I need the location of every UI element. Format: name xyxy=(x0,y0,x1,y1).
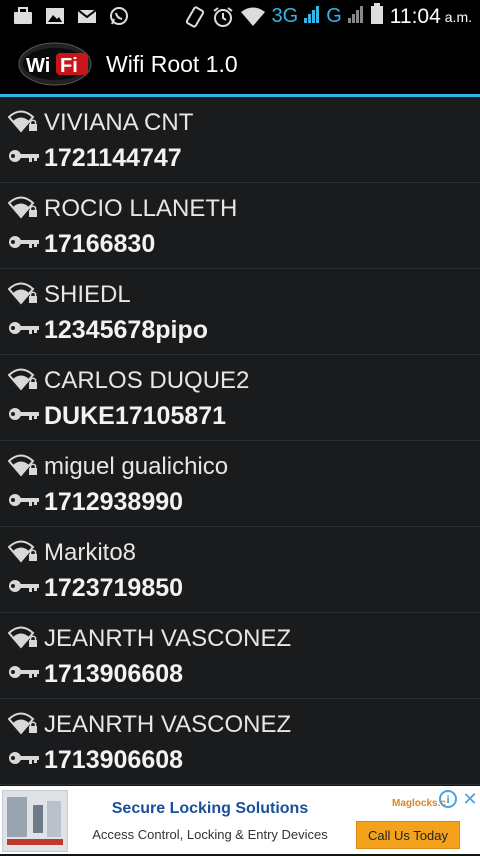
briefcase-icon xyxy=(12,6,34,26)
notification-icons xyxy=(12,6,130,26)
action-bar: Wi Fi Wifi Root 1.0 xyxy=(0,34,480,97)
ssid-label: CARLOS DUQUE2 xyxy=(44,367,250,394)
ssid-line: Markito8 xyxy=(7,539,137,568)
password-label: 17166830 xyxy=(44,229,156,258)
ssid-line: ROCIO LLANETH xyxy=(7,195,238,224)
ad-banner[interactable]: Secure Locking Solutions Access Control,… xyxy=(0,786,480,854)
app-logo[interactable]: Wi Fi xyxy=(18,42,92,86)
ad-body[interactable]: Access Control, Locking & Entry Devices xyxy=(90,827,330,842)
clock-ampm: a.m. xyxy=(444,8,472,25)
screen-rotate-icon xyxy=(184,5,206,28)
network-row[interactable]: miguel gualichico 1712938990 xyxy=(0,441,480,527)
password-line: DUKE17105871 xyxy=(8,401,226,431)
signal-icon xyxy=(304,4,320,29)
clock-time: 11:04 xyxy=(389,4,441,28)
ad-image[interactable] xyxy=(2,790,68,852)
ssid-label: Markito8 xyxy=(44,539,137,566)
password-line: 1721144747 xyxy=(8,143,182,173)
signal-icon-2 xyxy=(347,4,364,29)
key-icon xyxy=(8,233,40,256)
password-line: 1712938990 xyxy=(8,487,183,517)
key-icon xyxy=(8,319,40,342)
network-row[interactable]: CARLOS DUQUE2 DUKE17105871 xyxy=(0,355,480,441)
key-icon xyxy=(8,577,40,600)
ssid-label: JEANRTH VASCONEZ xyxy=(44,625,292,652)
ssid-label: JEANRTH VASCONEZ xyxy=(44,711,292,738)
ad-headline[interactable]: Secure Locking Solutions xyxy=(90,800,330,818)
password-label: 12345678pipo xyxy=(44,315,208,344)
key-icon xyxy=(8,749,40,772)
password-label: 1713906608 xyxy=(44,745,184,774)
wifi-lock-icon xyxy=(7,367,38,396)
ssid-label: SHIEDL xyxy=(44,281,131,308)
battery-icon xyxy=(370,3,384,30)
ssid-line: miguel gualichico xyxy=(7,453,229,482)
password-label: 1723719850 xyxy=(44,573,184,602)
ssid-line: VIVIANA CNT xyxy=(7,109,194,138)
key-icon xyxy=(8,491,40,514)
network-g-label: G xyxy=(326,5,342,27)
wifi-lock-icon xyxy=(7,281,38,310)
ad-call-button[interactable]: Call Us Today xyxy=(356,821,460,849)
wifi-lock-icon xyxy=(7,195,38,224)
network-list: VIVIANA CNT 1721144747 ROCIO LLANETH 171… xyxy=(0,97,480,785)
svg-text:Fi: Fi xyxy=(60,55,78,77)
app-title: Wifi Root 1.0 xyxy=(106,51,238,77)
wifi-lock-icon xyxy=(7,109,38,138)
password-label: 1721144747 xyxy=(44,143,182,172)
ssid-label: VIVIANA CNT xyxy=(44,109,194,136)
key-icon xyxy=(8,663,40,686)
ssid-line: SHIEDL xyxy=(7,281,131,310)
password-line: 1713906608 xyxy=(8,659,183,689)
ad-close-icon[interactable]: ✕ xyxy=(461,790,479,808)
ad-brand[interactable]: Maglocks.c xyxy=(392,798,446,809)
network-row[interactable]: JEANRTH VASCONEZ 1713906608 xyxy=(0,613,480,699)
password-label: DUKE17105871 xyxy=(44,401,227,430)
wifi-lock-icon xyxy=(7,711,38,740)
password-line: 1713906608 xyxy=(8,745,183,775)
ssid-label: miguel gualichico xyxy=(44,453,229,480)
key-icon xyxy=(8,147,40,170)
network-row[interactable]: VIVIANA CNT 1721144747 xyxy=(0,97,480,183)
password-line: 1723719850 xyxy=(8,573,183,603)
wifi-lock-icon xyxy=(7,453,38,482)
svg-text:Wi: Wi xyxy=(26,55,50,77)
password-line: 17166830 xyxy=(8,229,155,259)
ssid-line: JEANRTH VASCONEZ xyxy=(7,711,292,740)
alarm-icon xyxy=(212,6,234,27)
image-icon xyxy=(44,6,66,26)
wifi-lock-icon xyxy=(7,539,38,568)
key-icon xyxy=(8,405,40,428)
wifi-icon xyxy=(240,7,266,27)
ad-info-icon[interactable]: i xyxy=(439,790,457,808)
ssid-label: ROCIO LLANETH xyxy=(44,195,238,222)
network-row[interactable]: SHIEDL 12345678pipo xyxy=(0,269,480,355)
ssid-line: CARLOS DUQUE2 xyxy=(7,367,250,396)
whatsapp-icon xyxy=(108,6,130,26)
network-row[interactable]: JEANRTH VASCONEZ 1713906608 xyxy=(0,699,480,785)
network-3g-label: 3G xyxy=(271,5,299,27)
system-icons: 3G G 11:04 a.m. xyxy=(184,3,472,30)
password-label: 1713906608 xyxy=(44,659,184,688)
password-label: 1712938990 xyxy=(44,487,184,516)
status-bar: 3G G 11:04 a.m. xyxy=(0,0,480,34)
ssid-line: JEANRTH VASCONEZ xyxy=(7,625,292,654)
wifi-lock-icon xyxy=(7,625,38,654)
network-row[interactable]: ROCIO LLANETH 17166830 xyxy=(0,183,480,269)
password-line: 12345678pipo xyxy=(8,315,208,345)
network-row[interactable]: Markito8 1723719850 xyxy=(0,527,480,613)
mail-icon xyxy=(76,6,98,26)
